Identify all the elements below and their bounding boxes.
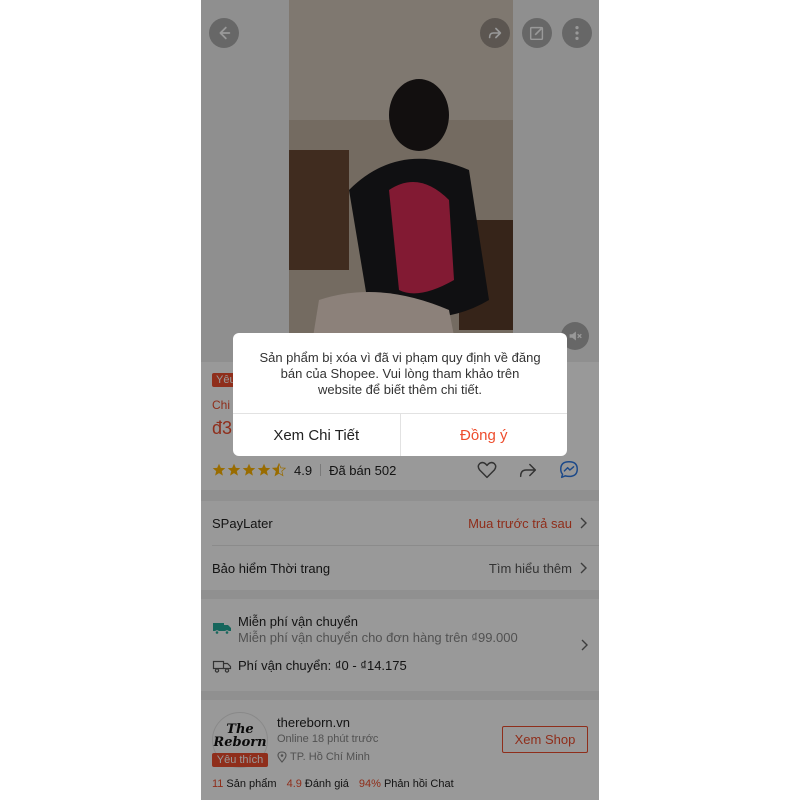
agree-button[interactable]: Đồng ý [399, 414, 568, 456]
view-details-button[interactable]: Xem Chi Tiết [233, 414, 400, 456]
dialog-message: Sản phẩm bị xóa vì đã vi phạm quy định v… [259, 350, 541, 397]
product-screen: Yêu Chi đ3 4.9 Đã bán 502 SPayLater Mua … [201, 0, 599, 800]
dialog-buttons: Xem Chi Tiết Đồng ý [233, 413, 567, 456]
removed-product-dialog: Sản phẩm bị xóa vì đã vi phạm quy định v… [233, 333, 567, 456]
